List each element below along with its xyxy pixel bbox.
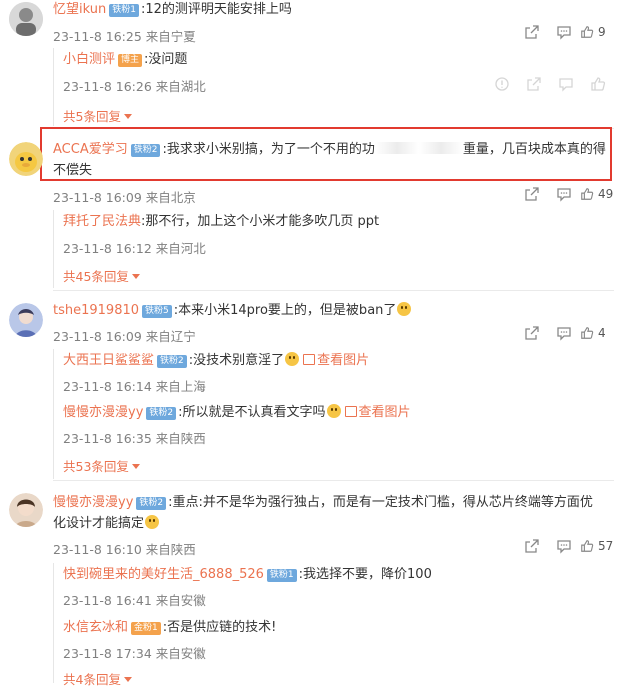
comment-text-line2: 化设计才能搞定 bbox=[53, 516, 145, 531]
comment-text: :我求求小米别搞，为了一个不用的功 bbox=[162, 142, 375, 157]
like-icon[interactable] bbox=[582, 76, 614, 92]
like-count: 4 bbox=[598, 326, 606, 340]
like-icon bbox=[581, 26, 594, 38]
reply-username[interactable]: 慢慢亦漫漫yy bbox=[63, 405, 143, 420]
like-button[interactable]: 4 bbox=[580, 325, 612, 341]
reply-meta: 23-11-8 17:34 来自安徽 bbox=[63, 646, 206, 661]
comment-icon[interactable] bbox=[548, 186, 580, 202]
view-image-link[interactable]: 查看图片 bbox=[299, 353, 369, 368]
fan-badge: 铁粉2 bbox=[130, 144, 161, 157]
emoji-icon bbox=[285, 352, 300, 366]
fan-badge: 铁粉1 bbox=[266, 569, 297, 582]
reply-text: :否是供应链的技术! bbox=[162, 620, 277, 635]
chevron-down-icon bbox=[123, 677, 132, 682]
reply-text: :我选择不要，降价100 bbox=[298, 567, 432, 582]
more-replies-link[interactable]: 共5条回复 bbox=[63, 106, 132, 125]
emoji-icon bbox=[145, 515, 160, 529]
gold-fan-badge: 金粉1 bbox=[131, 622, 161, 635]
reply-text: :那不行，加上这个小米才能多吹几页 ppt bbox=[141, 214, 380, 229]
divider bbox=[53, 480, 614, 481]
comment-meta: 23-11-8 16:09 来自辽宁 bbox=[53, 329, 196, 344]
avatar[interactable] bbox=[9, 2, 43, 36]
reply-username[interactable]: 水信玄冰和 bbox=[63, 620, 128, 635]
username[interactable]: ACCA爱学习 bbox=[53, 142, 128, 157]
reply-username[interactable]: 小白测评 bbox=[63, 52, 115, 67]
share-icon[interactable] bbox=[518, 76, 550, 92]
emoji-icon bbox=[326, 404, 341, 418]
like-icon bbox=[581, 188, 594, 200]
reply-username[interactable]: 快到碗里来的美好生活_6888_526 bbox=[63, 567, 264, 582]
reply-meta: 23-11-8 16:26 来自湖北 bbox=[63, 79, 206, 94]
reply-text: :没问题 bbox=[144, 52, 188, 67]
blogger-badge: 博主 bbox=[118, 54, 143, 67]
share-icon[interactable] bbox=[516, 24, 548, 40]
like-count: 49 bbox=[598, 187, 614, 201]
comment-text: :重点:并不是华为强行独占，而是有一定技术门槛，得从芯片终端等方面优 bbox=[168, 495, 593, 510]
reply-text: :没技术别意淫了 bbox=[188, 353, 285, 368]
comment-icon[interactable] bbox=[548, 325, 580, 341]
like-count: 9 bbox=[598, 25, 606, 39]
fan-badge: 铁粉2 bbox=[157, 355, 187, 368]
reply-meta: 23-11-8 16:12 来自河北 bbox=[63, 241, 206, 256]
comment-icon[interactable] bbox=[548, 538, 580, 554]
more-replies-link[interactable]: 共53条回复 bbox=[63, 456, 140, 475]
avatar[interactable] bbox=[9, 493, 43, 527]
like-icon bbox=[581, 540, 594, 552]
username[interactable]: tshe1919810 bbox=[53, 303, 139, 318]
reply-username[interactable]: 大西王日鲨鲨鲨 bbox=[63, 353, 154, 368]
reply-meta: 23-11-8 16:14 来自上海 bbox=[63, 379, 206, 394]
image-icon bbox=[344, 406, 357, 417]
share-icon[interactable] bbox=[516, 186, 548, 202]
comment-text-continued: 重量，几百块成本真的得 bbox=[462, 142, 606, 157]
comment-text-line2: 不偿失 bbox=[53, 163, 93, 178]
redacted-text bbox=[374, 142, 463, 154]
fan-badge: 铁粉2 bbox=[146, 407, 177, 420]
divider bbox=[53, 290, 614, 291]
report-icon[interactable] bbox=[486, 76, 518, 92]
like-count: 57 bbox=[598, 539, 614, 553]
comment-icon[interactable] bbox=[548, 24, 580, 40]
chevron-down-icon bbox=[131, 464, 140, 469]
fan-badge: 铁粉1 bbox=[109, 4, 139, 17]
comment-meta: 23-11-8 16:25 来自宁夏 bbox=[53, 29, 196, 44]
chevron-down-icon bbox=[123, 114, 132, 119]
reply-meta: 23-11-8 16:41 来自安徽 bbox=[63, 593, 206, 608]
chevron-down-icon bbox=[131, 274, 140, 279]
share-icon[interactable] bbox=[516, 325, 548, 341]
reply-username[interactable]: 拜托了民法典 bbox=[63, 214, 141, 229]
fan-badge: 铁粉2 bbox=[136, 497, 167, 510]
more-replies-link[interactable]: 共45条回复 bbox=[63, 266, 140, 285]
like-button[interactable]: 57 bbox=[580, 538, 614, 554]
like-icon bbox=[581, 327, 594, 339]
emoji-icon bbox=[397, 302, 412, 316]
comment-text: :本来小米14pro要上的，但是被ban了 bbox=[173, 303, 397, 318]
fan-badge: 铁粉5 bbox=[142, 305, 172, 318]
comment-text: :12的测评明天能安排上吗 bbox=[140, 2, 292, 17]
username[interactable]: 忆望ikun bbox=[53, 2, 106, 17]
image-icon bbox=[303, 354, 316, 365]
view-image-link[interactable]: 查看图片 bbox=[341, 405, 411, 420]
avatar[interactable] bbox=[9, 303, 43, 337]
comment-meta: 23-11-8 16:10 来自陕西 bbox=[53, 542, 196, 557]
comment-meta: 23-11-8 16:09 来自北京 bbox=[53, 190, 196, 205]
comment-icon[interactable] bbox=[550, 76, 582, 92]
reply-text: :所以就是不认真看文字吗 bbox=[178, 405, 326, 420]
like-button[interactable]: 49 bbox=[580, 186, 614, 202]
avatar[interactable] bbox=[9, 142, 43, 176]
like-button[interactable]: 9 bbox=[580, 24, 612, 40]
more-replies-link[interactable]: 共4条回复 bbox=[63, 669, 132, 688]
username[interactable]: 慢慢亦漫漫yy bbox=[53, 495, 133, 510]
reply-meta: 23-11-8 16:35 来自陕西 bbox=[63, 431, 206, 446]
share-icon[interactable] bbox=[516, 538, 548, 554]
